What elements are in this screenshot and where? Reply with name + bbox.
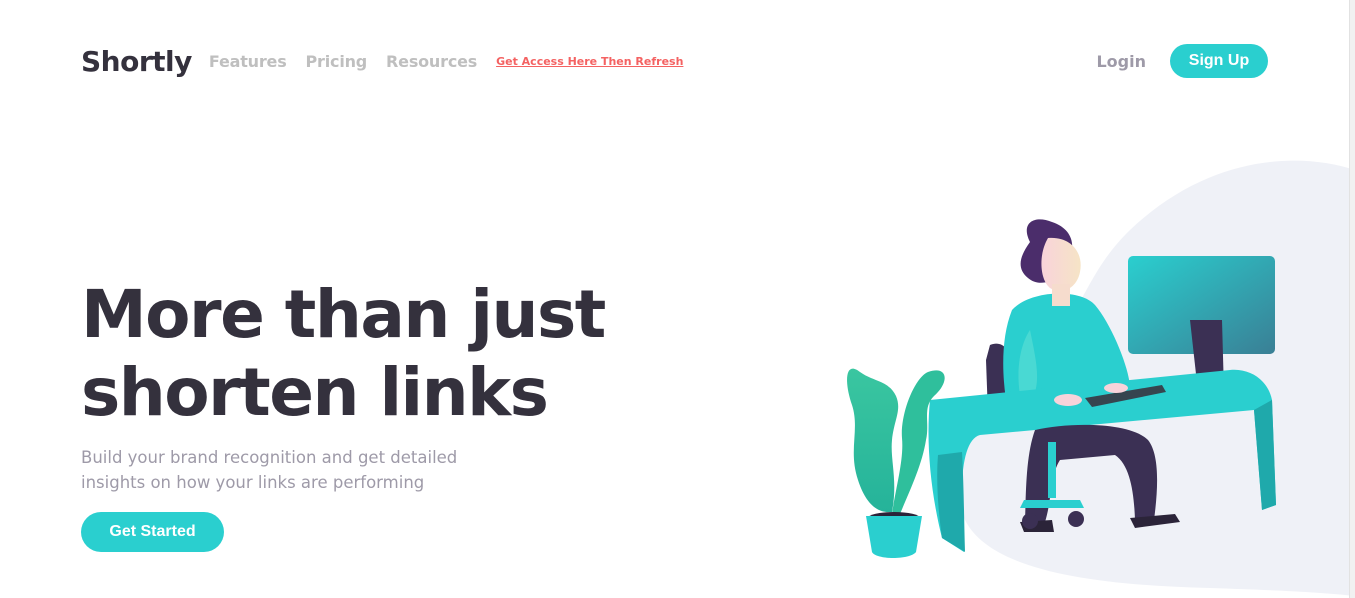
person-hand-right (1104, 383, 1128, 393)
get-access-link[interactable]: Get Access Here Then Refresh (496, 55, 683, 68)
header-actions: Login Sign Up (1096, 44, 1268, 78)
person-hand-left (1054, 394, 1082, 406)
chair-base (1020, 500, 1084, 508)
scrollbar[interactable] (1349, 0, 1355, 598)
person-neck (1052, 284, 1070, 306)
page: Shortly Features Pricing Resources Get A… (0, 0, 1355, 598)
nav-features[interactable]: Features (209, 52, 287, 71)
plant-pot (866, 516, 922, 558)
nav-pricing[interactable]: Pricing (306, 52, 368, 71)
sign-up-button[interactable]: Sign Up (1170, 44, 1268, 78)
logo[interactable]: Shortly (81, 45, 192, 78)
person-working-illustration (830, 160, 1355, 598)
person-face (1041, 237, 1081, 292)
main-nav: Features Pricing Resources Get Access He… (209, 52, 684, 71)
hero-title-line2: shorten links (81, 354, 549, 431)
login-link[interactable]: Login (1096, 52, 1146, 71)
illustration-svg (847, 160, 1355, 596)
chair-wheel-right (1068, 511, 1084, 527)
get-started-button[interactable]: Get Started (81, 512, 224, 552)
hero-title-line1: More than just (81, 276, 606, 353)
nav-resources[interactable]: Resources (386, 52, 477, 71)
desk-shade (937, 452, 965, 552)
chair-wheel-left (1022, 513, 1038, 529)
hero-title: More than just shorten links (81, 276, 641, 432)
plant-leaf-left (847, 368, 899, 512)
site-header: Shortly Features Pricing Resources Get A… (81, 40, 1268, 82)
hero-subtitle: Build your brand recognition and get det… (81, 448, 458, 492)
chair-pole (1048, 442, 1056, 498)
